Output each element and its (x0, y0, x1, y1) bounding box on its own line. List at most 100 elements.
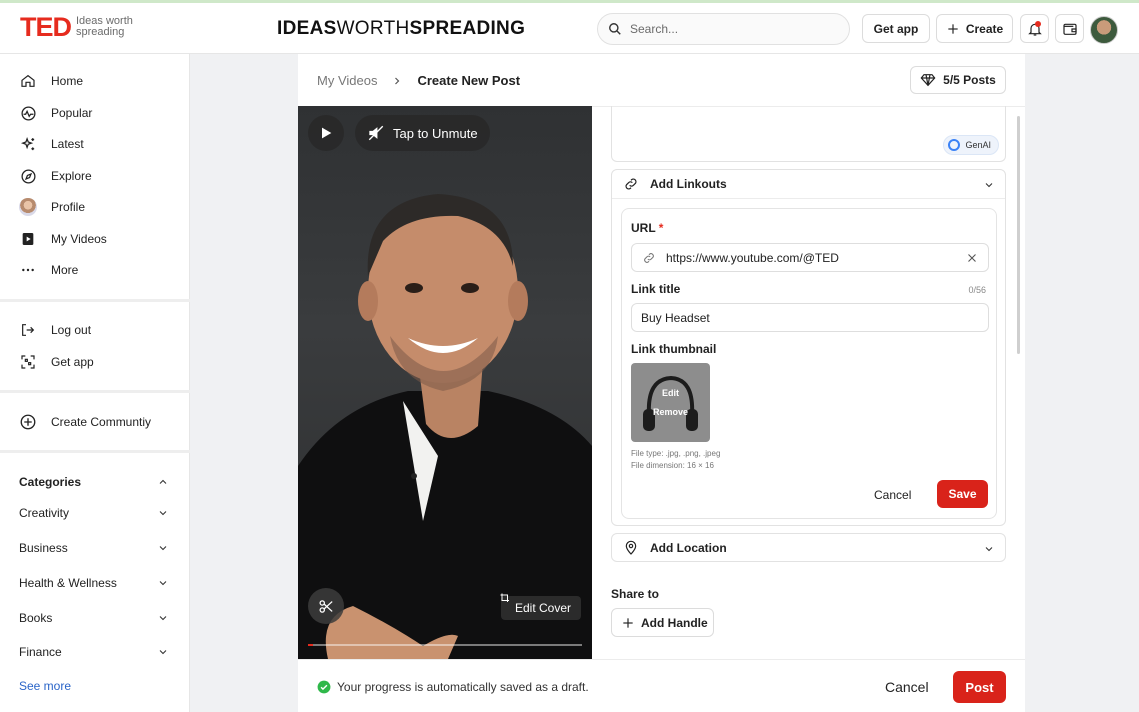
plus-icon (948, 23, 958, 34)
sidebar-item-home[interactable]: Home (18, 71, 83, 91)
link-thumbnail[interactable]: Edit Remove (631, 363, 710, 442)
video-frame-person (298, 194, 592, 659)
video-icon (22, 233, 34, 245)
sidebar-divider (0, 299, 190, 302)
post-form: GenAI Add Linkouts URL * https://www.you… (611, 106, 1011, 659)
category-finance[interactable]: Finance (19, 645, 169, 659)
sidebar-item-label: Popular (51, 106, 93, 120)
headphones-image (643, 375, 698, 431)
top-bar: TED Ideas worth spreading IDEASWORTHSPRE… (0, 0, 1139, 54)
draft-status: Your progress is automatically saved as … (317, 680, 589, 694)
create-button[interactable]: Create (936, 14, 1013, 43)
slogan: IDEASWORTHSPREADING (277, 18, 526, 39)
notification-dot (1035, 21, 1041, 27)
sidebar-item-latest[interactable]: Latest (18, 134, 84, 154)
description-field[interactable]: GenAI (611, 106, 1006, 162)
chevron-down-icon (159, 546, 167, 551)
play-icon (322, 127, 332, 139)
sidebar-item-more[interactable]: More (18, 260, 78, 280)
qr-code-icon (21, 355, 35, 369)
ted-logo[interactable]: TED Ideas worth spreading (20, 13, 146, 41)
sidebar-item-label: Home (51, 74, 84, 88)
add-handle-button[interactable]: Add Handle (611, 608, 714, 637)
breadcrumb-my-videos[interactable]: My Videos (317, 73, 377, 88)
video-progress-bar[interactable] (308, 644, 582, 646)
linkouts-section: Add Linkouts URL * https://www.youtube.c… (611, 169, 1006, 526)
play-button[interactable] (308, 115, 344, 151)
form-scrollbar[interactable] (1017, 116, 1020, 354)
scissors-icon (318, 599, 333, 613)
create-community-button[interactable]: Create Communtiy (18, 412, 151, 432)
cancel-button[interactable]: Cancel (885, 679, 929, 695)
sidebar-get-app-button[interactable]: Get app (18, 352, 94, 372)
url-field[interactable]: https://www.youtube.com/@TED (631, 243, 989, 272)
sparkle-icon (20, 136, 34, 150)
link-icon (644, 252, 654, 263)
chevron-right-icon (395, 77, 400, 84)
chevron-down-icon (159, 650, 167, 655)
close-icon[interactable] (966, 252, 978, 264)
chevron-down-icon (985, 547, 993, 552)
linkouts-header[interactable]: Add Linkouts (612, 170, 1005, 198)
sidebar-item-label: Profile (51, 200, 86, 214)
thumbnail-edit-button[interactable]: Edit (631, 388, 710, 398)
sidebar-item-label: Latest (51, 137, 84, 151)
sidebar-item-explore[interactable]: Explore (18, 166, 92, 186)
logo-tagline: Ideas worth spreading (76, 15, 133, 38)
location-pin-icon (625, 540, 637, 555)
plus-circle-icon (20, 414, 36, 430)
edit-cover-button[interactable]: Edit Cover (500, 593, 582, 620)
trim-button[interactable] (308, 588, 344, 624)
url-label: URL * (631, 221, 664, 235)
linkout-save-button[interactable]: Save (937, 480, 988, 508)
get-app-button[interactable]: Get app (862, 14, 930, 43)
link-title-counter: 0/56 (968, 285, 986, 295)
category-business[interactable]: Business (19, 541, 169, 555)
search-bar[interactable] (597, 13, 850, 45)
breadcrumb: My Videos Create New Post (317, 73, 520, 88)
post-button[interactable]: Post (953, 671, 1006, 703)
chevron-down-icon (985, 183, 993, 188)
chevron-down-icon (159, 511, 167, 516)
sidebar-item-label: My Videos (51, 232, 107, 246)
search-input[interactable] (630, 22, 830, 36)
logo-text: TED (20, 12, 72, 42)
sidebar-item-popular[interactable]: Popular (18, 103, 92, 123)
search-icon (609, 23, 621, 35)
sidebar-divider (0, 390, 190, 393)
notifications-button[interactable] (1020, 14, 1049, 43)
file-dimension-hint: File dimension: 16 × 16 (631, 461, 714, 470)
posts-quota-button[interactable]: 5/5 Posts (910, 66, 1006, 94)
location-header[interactable]: Add Location (612, 534, 1005, 562)
thumbnail-remove-button[interactable]: Remove (631, 407, 710, 417)
file-type-hint: File type: .jpg, .png, .jpeg (631, 449, 721, 458)
profile-avatar-icon (19, 198, 37, 216)
create-post-panel: My Videos Create New Post 5/5 Posts Tap … (298, 54, 1025, 712)
sidebar-item-profile[interactable]: Profile (18, 197, 85, 217)
user-avatar[interactable] (1090, 16, 1118, 44)
popular-icon (20, 105, 36, 121)
category-books[interactable]: Books (19, 611, 169, 625)
plus-icon (623, 617, 633, 628)
logout-button[interactable]: Log out (18, 320, 91, 340)
footer-bar: Your progress is automatically saved as … (298, 659, 1025, 712)
genai-button[interactable]: GenAI (943, 135, 999, 155)
wallet-button[interactable] (1055, 14, 1084, 43)
edit-cover-icon (500, 593, 509, 602)
categories-header[interactable]: Categories (19, 475, 169, 489)
link-title-field[interactable]: Buy Headset (631, 303, 989, 332)
more-icon (22, 268, 34, 272)
diamond-icon (920, 74, 936, 87)
video-preview[interactable]: Tap to Unmute Edit Cover (298, 106, 592, 659)
tap-to-unmute-button[interactable]: Tap to Unmute (355, 115, 490, 151)
chevron-down-icon (159, 581, 167, 586)
location-section[interactable]: Add Location (611, 533, 1006, 562)
category-creativity[interactable]: Creativity (19, 506, 169, 520)
see-more-link[interactable]: See more (19, 679, 71, 693)
linkout-cancel-button[interactable]: Cancel (874, 488, 911, 502)
sidebar-item-my-videos[interactable]: My Videos (18, 229, 107, 249)
chevron-up-icon (159, 479, 167, 484)
category-health-wellness[interactable]: Health & Wellness (19, 576, 169, 590)
chevron-down-icon (159, 616, 167, 621)
home-icon (21, 74, 35, 87)
